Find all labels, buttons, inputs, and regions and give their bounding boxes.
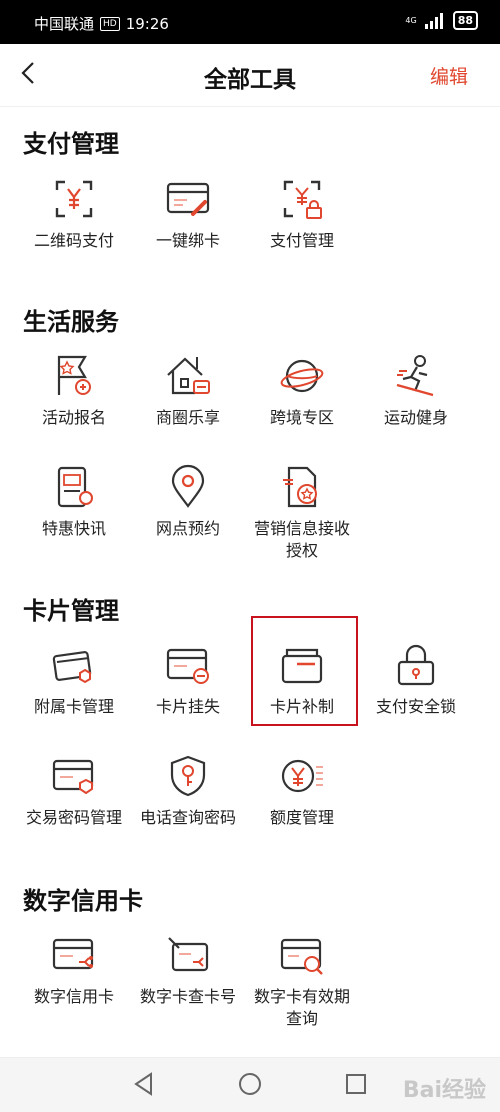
tool-report-loss[interactable]: 卡片挂失 — [136, 642, 240, 718]
tool-label: 卡片挂失 — [155, 697, 220, 716]
bind-card-icon — [166, 182, 210, 216]
system-nav-bar: Bai经验 — [0, 1057, 500, 1112]
tool-label: 数字信用卡 — [33, 987, 114, 1006]
tool-sub-card[interactable]: 附属卡管理 — [22, 642, 126, 718]
tool-label: 支付安全锁 — [375, 697, 456, 716]
tool-label: 网点预约 — [155, 519, 220, 538]
document-icon — [57, 466, 93, 508]
tool-label: 支付管理 — [269, 231, 334, 250]
tool-label: 跨境专区 — [269, 408, 334, 427]
qr-pay-icon — [55, 180, 93, 218]
tool-news[interactable]: 特惠快讯 — [22, 464, 126, 540]
tool-limit[interactable]: 额度管理 — [250, 753, 354, 829]
tool-label: 特惠快讯 — [41, 519, 106, 538]
hd-badge: HD — [100, 16, 120, 31]
card-minus-icon — [166, 648, 209, 684]
lock-icon — [397, 644, 435, 686]
tool-label: 二维码支付 — [33, 231, 114, 250]
card-search-icon — [280, 938, 323, 975]
hand-card-icon — [168, 937, 209, 972]
sub-card-icon — [52, 651, 92, 684]
tool-label: 商圈乐享 — [155, 408, 220, 427]
section-title-life: 生活服务 — [23, 308, 119, 336]
tool-trade-pwd[interactable]: 交易密码管理 — [22, 753, 126, 829]
page-title: 全部工具 — [204, 67, 296, 93]
digital-card-icon — [52, 938, 94, 970]
planet-icon — [280, 359, 324, 393]
nav-home-icon[interactable] — [237, 1071, 263, 1097]
tool-expiry[interactable]: 数字卡有效期查询 — [250, 932, 354, 1030]
tool-branch[interactable]: 网点预约 — [136, 464, 240, 540]
tool-card-no[interactable]: 数字卡查卡号 — [136, 932, 240, 1008]
tool-bind-card[interactable]: 一键绑卡 — [136, 176, 240, 252]
nav-recent-icon[interactable] — [343, 1071, 369, 1097]
yuan-coin-icon — [281, 759, 323, 793]
tool-label: 一键绑卡 — [155, 231, 220, 250]
pay-manage-icon — [283, 180, 322, 219]
message-badge-icon — [283, 466, 317, 508]
tool-pay-lock[interactable]: 支付安全锁 — [364, 642, 468, 718]
location-pin-icon — [171, 464, 205, 508]
carrier-name: 中国联通 — [34, 15, 95, 33]
tool-phone-pwd[interactable]: 电话查询密码 — [136, 753, 240, 829]
tool-label: 营销信息接收授权 — [253, 519, 350, 560]
status-right: 4G 88 — [405, 11, 478, 30]
network-type: 4G — [405, 16, 417, 25]
tool-label: 交易密码管理 — [25, 808, 122, 827]
signal-icon — [424, 12, 443, 29]
section-title-card: 卡片管理 — [23, 597, 119, 625]
tool-label: 电话查询密码 — [139, 808, 236, 827]
tool-label: 活动报名 — [41, 408, 106, 427]
tool-qr-pay[interactable]: 二维码支付 — [22, 176, 126, 252]
skiing-icon — [396, 355, 434, 397]
house-icon — [167, 357, 210, 395]
battery-indicator: 88 — [452, 11, 478, 30]
tool-label: 数字卡查卡号 — [139, 987, 236, 1006]
tool-label: 运动健身 — [383, 408, 448, 427]
tool-cross-border[interactable]: 跨境专区 — [250, 353, 354, 429]
shield-key-icon — [170, 755, 206, 797]
tool-digital-card[interactable]: 数字信用卡 — [22, 932, 126, 1008]
tool-label: 额度管理 — [269, 808, 334, 827]
tool-label: 附属卡管理 — [33, 697, 114, 716]
nav-back-icon[interactable] — [131, 1071, 157, 1097]
tool-marketing[interactable]: 营销信息接收授权 — [250, 464, 354, 562]
highlight-box — [251, 616, 358, 726]
status-bar: 中国联通 HD 19:26 4G 88 — [0, 0, 500, 44]
nav-bar: 全部工具 编辑 — [0, 44, 500, 107]
card-shield-icon — [52, 759, 94, 795]
status-left: 中国联通 HD 19:26 — [34, 13, 169, 34]
section-title-digital: 数字信用卡 — [23, 887, 143, 915]
clock-time: 19:26 — [125, 14, 169, 33]
tool-label: 数字卡有效期查询 — [253, 987, 350, 1028]
tool-pay-manage[interactable]: 支付管理 — [250, 176, 354, 252]
edit-button[interactable]: 编辑 — [430, 62, 468, 89]
watermark: Bai经验 — [402, 1078, 486, 1103]
section-title-payment: 支付管理 — [23, 130, 119, 158]
flag-icon — [57, 355, 91, 395]
tool-sports[interactable]: 运动健身 — [364, 353, 468, 429]
tool-mall[interactable]: 商圈乐享 — [136, 353, 240, 429]
tool-activity[interactable]: 活动报名 — [22, 353, 126, 429]
